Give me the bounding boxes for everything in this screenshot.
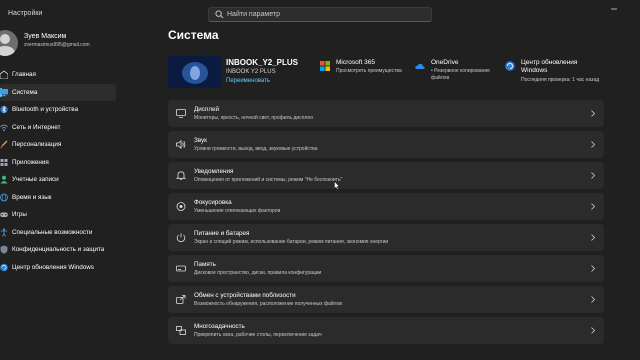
sidebar-item-network[interactable]: Сеть и Интернет — [0, 119, 116, 137]
gamepad-icon — [0, 212, 8, 217]
user-name: Зуев Максим — [24, 33, 67, 40]
card-nearby-sharing[interactable]: Обмен с устройствами поблизости Возможно… — [168, 286, 604, 313]
card-focus[interactable]: Фокусировка Уменьшение отвлекающих факто… — [168, 193, 604, 220]
settings-list: Дисплей Мониторы, яркость, ночной свет, … — [168, 100, 604, 348]
onedrive-icon — [415, 63, 425, 69]
display-icon — [176, 109, 186, 118]
card-power-battery[interactable]: Питание и батарея Экран и спящий режим, … — [168, 224, 604, 251]
microsoft-icon — [320, 61, 330, 71]
chevron-right-icon — [591, 296, 596, 303]
user-profile[interactable]: Зуев Максим zvermaximus995@gmail.com — [0, 30, 160, 58]
globe-icon — [0, 193, 8, 201]
search-input[interactable]: Найти параметр — [227, 11, 280, 18]
tile-microsoft-365[interactable]: Microsoft 365 Просмотреть преимущества — [320, 57, 410, 87]
accessibility-icon — [0, 228, 8, 237]
sidebar-item-system[interactable]: Система — [0, 83, 116, 101]
sidebar-nav: Главная Система Bluetooth и устройства С… — [0, 66, 116, 276]
system-icon — [0, 88, 8, 96]
power-icon — [176, 233, 186, 242]
title-bar: Настройки Найти параметр — [0, 0, 640, 30]
windows-update-icon — [505, 61, 515, 71]
card-storage[interactable]: Память Дисковое пространство, диски, пра… — [168, 255, 604, 282]
network-icon — [0, 124, 8, 131]
minimize-icon[interactable] — [610, 5, 618, 13]
mouse-cursor-icon — [334, 181, 340, 190]
shield-icon — [0, 245, 8, 254]
rename-link[interactable]: Переименовать — [226, 78, 270, 84]
apps-icon — [0, 158, 8, 166]
sidebar-item-personalization[interactable]: Персонализация — [0, 136, 116, 154]
sidebar-item-accounts[interactable]: Учетные записи — [0, 171, 116, 189]
device-image — [168, 56, 221, 88]
device-card: INBOOK_Y2_PLUS INBOOK Y2 PLUS Переименов… — [168, 56, 318, 90]
chevron-right-icon — [591, 172, 596, 179]
sidebar-item-bluetooth[interactable]: Bluetooth и устройства — [0, 101, 116, 119]
chevron-right-icon — [591, 234, 596, 241]
sidebar-item-accessibility[interactable]: Специальные возможности — [0, 224, 116, 242]
chevron-right-icon — [591, 203, 596, 210]
device-model: INBOOK Y2 PLUS — [226, 69, 276, 75]
tile-onedrive[interactable]: OneDrive • Резервное копирование файлов — [415, 57, 500, 87]
update-icon — [0, 263, 8, 271]
card-notifications[interactable]: Уведомления Оповещения от приложений и с… — [168, 162, 604, 189]
storage-icon — [176, 265, 186, 272]
home-icon — [0, 70, 8, 79]
avatar — [0, 30, 18, 56]
sound-icon — [176, 140, 186, 149]
multitask-icon — [176, 326, 186, 335]
page-title: Система — [168, 28, 219, 42]
card-sound[interactable]: Звук Уровни громкости, выход, ввод, звук… — [168, 131, 604, 158]
sidebar-item-privacy[interactable]: Конфиденциальность и защита — [0, 241, 116, 259]
device-name: INBOOK_Y2_PLUS — [226, 58, 299, 67]
card-display[interactable]: Дисплей Мониторы, яркость, ночной свет, … — [168, 100, 604, 127]
tile-windows-update[interactable]: Центр обновления Windows Последняя прове… — [505, 57, 605, 87]
sidebar-item-home[interactable]: Главная — [0, 66, 116, 84]
card-multitasking[interactable]: Многозадачность Прикрепить окна, рабочие… — [168, 317, 604, 344]
chevron-right-icon — [591, 327, 596, 334]
search-icon — [215, 10, 224, 19]
chevron-right-icon — [591, 110, 596, 117]
search-box[interactable]: Найти параметр — [208, 7, 432, 22]
bell-icon — [176, 171, 186, 180]
chevron-right-icon — [591, 141, 596, 148]
app-title: Настройки — [8, 10, 43, 17]
user-email: zvermaximus995@gmail.com — [24, 42, 90, 48]
share-icon — [176, 295, 186, 304]
sidebar-item-windows-update[interactable]: Центр обновления Windows — [0, 259, 116, 277]
chevron-right-icon — [591, 265, 596, 272]
focus-icon — [176, 202, 186, 211]
sidebar-item-gaming[interactable]: Игры — [0, 206, 116, 224]
sidebar-item-time-language[interactable]: Время и язык — [0, 189, 116, 207]
sidebar-item-apps[interactable]: Приложения — [0, 154, 116, 172]
bluetooth-icon — [0, 105, 8, 114]
account-icon — [0, 175, 8, 184]
brush-icon — [0, 140, 8, 149]
